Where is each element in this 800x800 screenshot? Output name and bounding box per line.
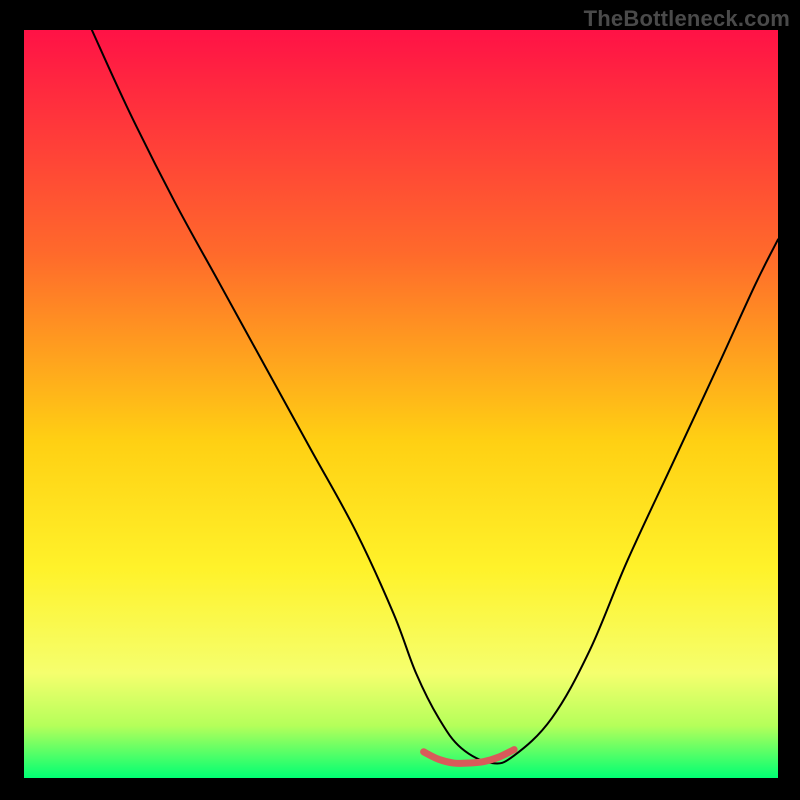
gradient-background: [24, 30, 778, 778]
watermark-label: TheBottleneck.com: [584, 6, 790, 32]
plot-area: [24, 30, 778, 778]
chart-frame: TheBottleneck.com: [0, 0, 800, 800]
bottleneck-chart: [24, 30, 778, 778]
